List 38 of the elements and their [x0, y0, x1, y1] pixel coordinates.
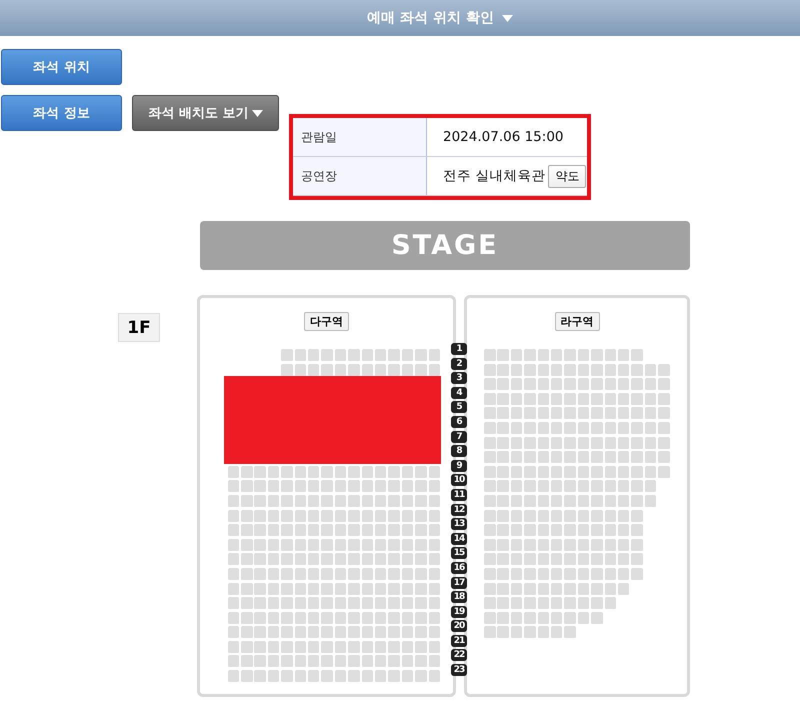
- row-number: 17: [451, 576, 467, 588]
- seat-info-button[interactable]: 좌석 정보: [1, 95, 122, 131]
- row-number: 1: [451, 343, 467, 355]
- floor-label: 1F: [118, 313, 160, 342]
- caret-icon: [502, 14, 513, 22]
- row-number: 22: [451, 649, 467, 662]
- row-number: 4: [451, 386, 467, 399]
- row-number: 19: [451, 606, 467, 618]
- row-number: 21: [451, 634, 467, 647]
- table-cell: 관람일: [293, 118, 427, 156]
- caret-icon: [252, 110, 263, 116]
- section-label: 라구역: [554, 312, 600, 331]
- section-label: 다구역: [304, 312, 349, 331]
- row-number: 10: [451, 474, 467, 486]
- dropdown-button[interactable]: 좌석 배치도 보기: [132, 95, 279, 131]
- row-number: 15: [451, 547, 467, 560]
- map-button[interactable]: 약도: [548, 164, 586, 188]
- table-cell: 전주 실내체육관: [443, 167, 546, 185]
- row-number: 14: [451, 532, 467, 545]
- table-cell: 2024.07.06 15:00: [443, 129, 564, 145]
- row-number: 9: [451, 460, 467, 472]
- stage-bar: STAGE: [200, 221, 690, 270]
- row-number: 20: [451, 620, 467, 632]
- row-number: 13: [451, 518, 467, 530]
- row-number: 8: [451, 445, 467, 458]
- page-title: 예매 좌석 위치 확인: [367, 9, 494, 27]
- row-number: 3: [451, 372, 467, 384]
- row-number: 23: [451, 664, 467, 676]
- row-number: 16: [451, 562, 467, 574]
- row-number: 11: [451, 488, 467, 501]
- row-number: 2: [451, 358, 467, 370]
- row-number: 18: [451, 591, 467, 604]
- table-cell: 공연장: [293, 157, 427, 195]
- row-number: 7: [451, 430, 467, 443]
- row-number: 5: [451, 401, 467, 414]
- row-number: 6: [451, 416, 467, 428]
- row-number: 12: [451, 504, 467, 516]
- seat-location-button[interactable]: 좌석 위치: [1, 49, 122, 85]
